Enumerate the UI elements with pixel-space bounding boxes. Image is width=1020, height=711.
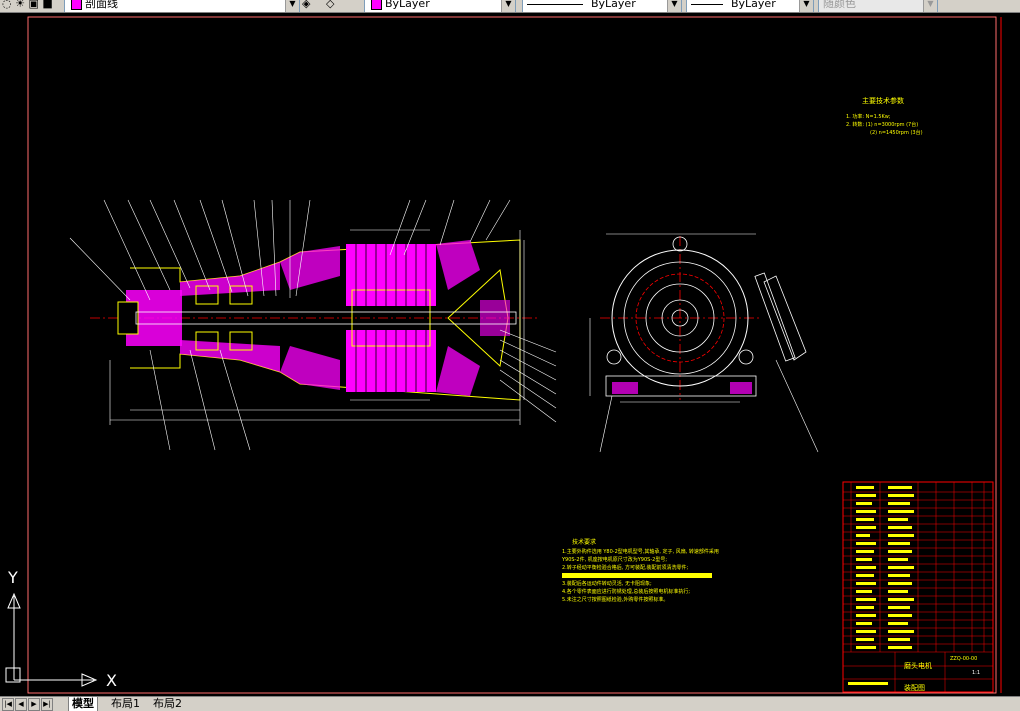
tab-layout1[interactable]: 布局1 (108, 697, 143, 711)
params-line-1: 1. 功率: N=1.5Kw; (846, 113, 891, 120)
rear-shield-top (436, 240, 480, 290)
prev-tab-icon[interactable]: ◀ (15, 698, 27, 711)
end-dimensions (589, 233, 819, 453)
section-view (69, 199, 557, 451)
tech-line-4: 3.装配后各运动件转动灵活, 无卡阻现象; (562, 580, 652, 587)
layer-state-icons[interactable]: ◌ ☀ ▣ ■ (2, 0, 53, 11)
plotstyle-control-dropdown: 随颜色 ▼ (818, 0, 938, 12)
chevron-down-icon[interactable]: ▼ (667, 0, 681, 12)
params-line-2: 2. 转数: (1) n=3000rpm (7台) (846, 121, 918, 128)
base-foot-right (730, 382, 752, 394)
linetype-control-dropdown[interactable]: ByLayer ▼ (522, 0, 682, 12)
chevron-down-icon[interactable]: ▼ (501, 0, 515, 12)
title-block-code: ZZQ-00-00 (950, 656, 977, 662)
layer-dropdown[interactable]: 剖面线 ▼ (64, 0, 300, 12)
tech-highlight-bar (562, 573, 712, 578)
parts-list: 磨头电机 装配图 ZZQ-00-00 1:1 (842, 481, 994, 693)
color-swatch (371, 0, 382, 10)
tech-title: 技术要求 (572, 538, 596, 546)
chevron-down-icon[interactable]: ▼ (285, 0, 299, 12)
params-line-3: (2) n=1450rpm (3台) (870, 129, 923, 136)
end-shield-top (280, 246, 340, 290)
bolt-hole-right (738, 349, 754, 365)
tech-line-5: 4.各个零件表面应进行防锈处理,总装后按照电机标准执行; (562, 588, 690, 595)
tech-line-3: 2.转子经动平衡检验合格后, 方可装配,装配前须清洗零件; (562, 564, 689, 571)
tab-layout2[interactable]: 布局2 (150, 697, 185, 711)
spindle-nose (117, 301, 139, 335)
ucs-x-label: X (106, 671, 117, 690)
end-shield-bottom (280, 346, 340, 390)
chevron-down-icon[interactable]: ▼ (799, 0, 813, 12)
rear-shield-bottom (436, 346, 480, 396)
fan-hub (480, 300, 510, 336)
last-tab-icon[interactable]: ▶| (41, 698, 53, 711)
lineweight-sample (691, 3, 723, 5)
base-foot-left (612, 382, 638, 394)
layout-tabs-bar: |◀ ◀ ▶ ▶| 模型 布局1 布局2 (0, 696, 1020, 711)
end-view (589, 233, 819, 453)
tech-line-6: 5.未注之尺寸按照图纸检验,外购零件按照标准。 (562, 596, 668, 603)
linetype-sample (527, 3, 583, 5)
ucs-icon: Y X (5, 568, 117, 690)
drawing-canvas[interactable]: 主要技术参数 1. 功率: N=1.5Kw; 2. 转数: (1) n=3000… (0, 13, 1020, 696)
stator-top (346, 244, 436, 306)
chevron-down-icon: ▼ (923, 0, 937, 12)
title-block-subtitle: 装配图 (904, 683, 925, 692)
params-title: 主要技术参数 (862, 96, 904, 105)
drawing-svg: 主要技术参数 1. 功率: N=1.5Kw; 2. 转数: (1) n=3000… (5, 16, 1002, 694)
parts-list-entries (856, 486, 914, 649)
properties-toolbar: ◌ ☀ ▣ ■ 剖面线 ▼ ◈ ◇ ByLayer ▼ ByLayer ▼ By… (0, 0, 1020, 13)
ucs-y-label: Y (7, 568, 18, 587)
tab-model[interactable]: 模型 (68, 697, 98, 711)
layer-previous-icon[interactable]: ◈ (302, 0, 310, 11)
bolt-hole-left (606, 349, 622, 365)
layer-stack-icon[interactable]: ◇ (326, 0, 334, 11)
lineweight-control-dropdown[interactable]: ByLayer ▼ (686, 0, 814, 12)
tech-line-2: Y90S-2件, 机座按电机原尺寸改为Y90S-2型号; (561, 556, 667, 563)
next-tab-icon[interactable]: ▶ (28, 698, 40, 711)
layer-color-swatch (71, 0, 82, 10)
title-block-scale: 1:1 (972, 670, 980, 676)
title-block-signature (848, 682, 888, 685)
first-tab-icon[interactable]: |◀ (2, 698, 14, 711)
title-block-name: 磨头电机 (904, 661, 932, 670)
color-control-dropdown[interactable]: ByLayer ▼ (364, 0, 516, 12)
tech-line-1: 1.主要外购件选用 Y80-2型电机型号,其轴承, 定子, 风扇, 转速部件采用 (562, 548, 719, 555)
stator-bottom (346, 330, 436, 392)
